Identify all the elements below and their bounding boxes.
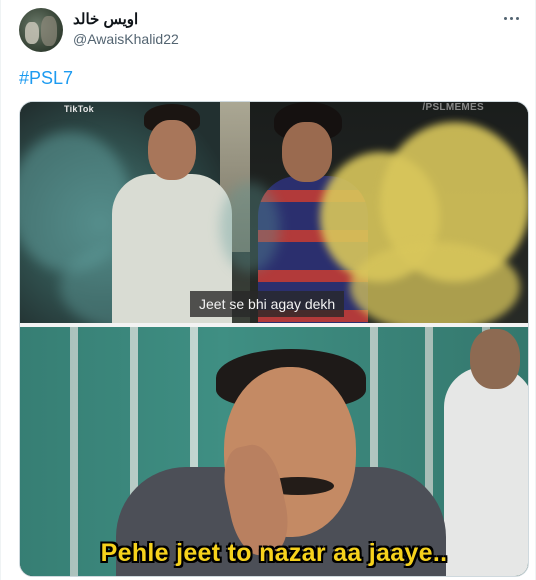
avatar[interactable] [19,8,63,52]
more-dot [509,16,513,20]
subtitle: Jeet se bhi agay dekh [190,291,345,317]
tweet: اویس خالد @AwaisKhalid22 #PSL7 TikTok /P… [0,0,536,580]
avatar-detail [25,22,39,44]
yellow-smoke [350,242,520,323]
bystander-head [470,329,520,389]
display-name[interactable]: اویس خالد [73,10,138,28]
more-dot [503,16,507,20]
meme-frame-top: TikTok /PSLMEMES Jeet se bhi agay dekh [20,102,528,323]
hashtag-link[interactable]: #PSL7 [19,68,73,89]
more-horizontal-icon[interactable] [499,10,523,26]
watermark: /PSLMEMES [422,102,484,113]
boy-right-head [282,122,332,182]
more-dot [515,16,519,20]
user-handle[interactable]: @AwaisKhalid22 [73,31,179,47]
teal-smoke [220,182,280,272]
tiktok-logo: TikTok [64,104,94,114]
meme-frame-bottom: Pehle jeet to nazar aa jaaye.. [20,327,528,576]
meme-caption: Pehle jeet to nazar aa jaaye.. [100,539,448,567]
tweet-media[interactable]: TikTok /PSLMEMES Jeet se bhi agay dekh P… [19,101,529,577]
avatar-detail [41,16,57,46]
boy-left-head [148,120,196,180]
